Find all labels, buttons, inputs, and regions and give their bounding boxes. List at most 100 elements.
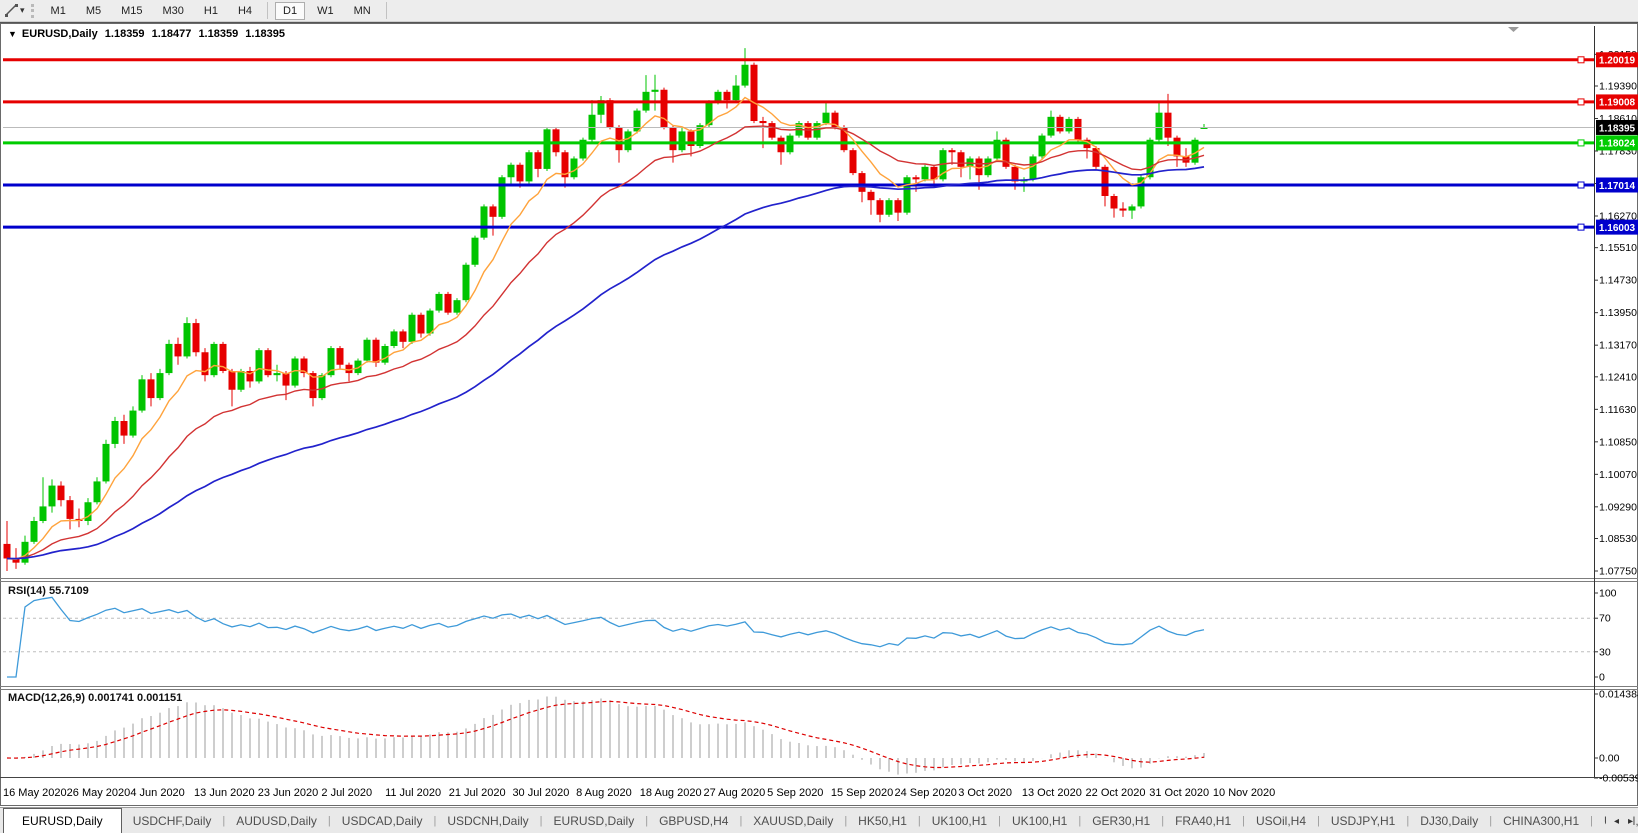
rsi-line: [7, 597, 1204, 677]
price-line-label: 1.18024: [1599, 139, 1636, 150]
date-label: 24 Sep 2020: [895, 787, 957, 799]
rsi-indicator-label: RSI(14) 55.7109: [8, 585, 89, 597]
date-label: 31 Oct 2020: [1149, 787, 1209, 799]
rsi-panel: 10070300: [3, 588, 1617, 684]
tab-uk100-h1[interactable]: UK100,H1: [1001, 808, 1078, 833]
timeframe-buttons: M1M5M15 M30H1H4 D1W1MN: [41, 2, 392, 20]
price-tick-label: 1.09290: [1599, 501, 1637, 513]
horizontal-lines: [3, 57, 1594, 230]
tab-scroll-right-icon[interactable]: ▸: [1628, 816, 1633, 827]
line-handle[interactable]: [1578, 140, 1584, 146]
price-tick-label: 1.12410: [1599, 371, 1637, 383]
price-tick-label: 1.11630: [1599, 404, 1636, 416]
date-label: 3 Oct 2020: [958, 787, 1012, 799]
chart-tab-bar: EURUSD,DailyUSDCHF,Daily|AUDUSD,Daily|US…: [0, 807, 1638, 833]
date-label: 16 May 2020: [3, 787, 67, 799]
macd-tick-label: 0.014384: [1599, 689, 1638, 701]
toolbar-separator: [267, 2, 268, 19]
line-handle[interactable]: [1578, 224, 1584, 230]
tab-eurusd-daily[interactable]: EURUSD,Daily: [3, 808, 122, 833]
date-label: 4 Jun 2020: [130, 787, 184, 799]
date-label: 30 Jul 2020: [512, 787, 569, 799]
timeframe-m15-button[interactable]: M15: [113, 2, 150, 20]
price-tick-label: 1.08530: [1599, 533, 1637, 545]
price-tick-label: 1.10850: [1599, 436, 1637, 448]
date-label: 8 Aug 2020: [576, 787, 632, 799]
price-tick-label: 1.07750: [1599, 566, 1637, 578]
price-line-label: 1.18395: [1599, 123, 1636, 134]
macd-indicator-label: MACD(12,26,9) 0.001741 0.001151: [8, 692, 182, 704]
tab-scroll-arrows: ◂ ▸: [1606, 808, 1633, 833]
tab-dj30-daily[interactable]: DJ30,Daily: [1409, 808, 1489, 833]
timeframe-h4-button[interactable]: H4: [230, 2, 260, 20]
ohlc-close: 1.18395: [245, 28, 285, 40]
rsi-tick-label: 30: [1599, 646, 1611, 658]
tab-usdcnh-daily[interactable]: USDCNH,Daily: [436, 808, 539, 833]
macd-panel: 0.014384 0.00 -0.005396: [7, 689, 1638, 785]
rsi-tick-label: 0: [1599, 672, 1605, 684]
rsi-tick-label: 70: [1599, 613, 1611, 625]
timeframe-m30-button[interactable]: M30: [155, 2, 192, 20]
price-tick-label: 1.10070: [1599, 469, 1637, 481]
macd-tick-label: -0.005396: [1599, 773, 1638, 785]
timeframe-d1-button[interactable]: D1: [275, 2, 305, 20]
price-tick-label: 1.13170: [1599, 340, 1637, 352]
date-label: 2 Jul 2020: [321, 787, 372, 799]
tab-xauusd-daily[interactable]: XAUUSD,Daily: [742, 808, 844, 833]
tab-china300-h1[interactable]: CHINA300,H1: [1492, 808, 1590, 833]
line-handle[interactable]: [1578, 182, 1584, 188]
tab-scroll-left-icon[interactable]: ◂: [1614, 816, 1619, 827]
tab-usdchf-daily[interactable]: USDCHF,Daily: [122, 808, 223, 833]
tab-eurusd-daily[interactable]: EURUSD,Daily: [543, 808, 646, 833]
tab-fra40-h1[interactable]: FRA40,H1: [1164, 808, 1242, 833]
toolbar: ▾ M1M5M15 M30H1H4 D1W1MN: [0, 0, 1638, 22]
collapse-arrow-icon[interactable]: ▼: [8, 29, 17, 39]
toolbar-grip[interactable]: [31, 4, 34, 18]
tab-ger30-h1[interactable]: GER30,H1: [1081, 808, 1161, 833]
line-handle[interactable]: [1578, 57, 1584, 63]
price-tick-label: 1.15510: [1599, 242, 1637, 254]
tab-audusd-daily[interactable]: AUDUSD,Daily: [225, 808, 328, 833]
chart-title: ▼EURUSD,Daily 1.18359 1.18477 1.18359 1.…: [8, 28, 289, 40]
macd-tick-label: 0.00: [1599, 753, 1620, 765]
tab-uk100-h1[interactable]: UK100,H1: [921, 808, 998, 833]
tab-usdcad-daily[interactable]: USDCAD,Daily: [331, 808, 434, 833]
candles: [4, 48, 1208, 571]
price-tick-label: 1.19390: [1599, 81, 1637, 93]
line-handle[interactable]: [1578, 99, 1584, 105]
date-axis: 16 May 202026 May 20204 Jun 202013 Jun 2…: [3, 787, 1275, 799]
price-line-label: 1.20019: [1599, 56, 1636, 67]
chart-frame: [0, 23, 1638, 806]
tool-dropdown-arrow[interactable]: ▾: [20, 5, 25, 16]
chart-canvas[interactable]: 1.201501.193901.186101.178301.170501.162…: [0, 0, 1638, 833]
date-label: 27 Aug 2020: [703, 787, 765, 799]
date-label: 22 Oct 2020: [1086, 787, 1146, 799]
tab-hk50-h1[interactable]: HK50,H1: [847, 808, 918, 833]
tab-usoil-h4[interactable]: USOil,H4: [1245, 808, 1317, 833]
timeframe-m5-button[interactable]: M5: [78, 2, 109, 20]
toolbar-separator: [386, 2, 387, 19]
date-label: 5 Sep 2020: [767, 787, 823, 799]
trend-cursor-icon[interactable]: [2, 3, 20, 19]
price-line-label: 1.16003: [1599, 223, 1636, 234]
date-label: 18 Aug 2020: [640, 787, 702, 799]
timeframe-m1-button[interactable]: M1: [43, 2, 74, 20]
date-label: 26 May 2020: [67, 787, 131, 799]
ohlc-high: 1.18477: [152, 28, 192, 40]
timeframe-mn-button[interactable]: MN: [346, 2, 379, 20]
chart-shift-marker: [1508, 27, 1519, 32]
timeframe-h1-button[interactable]: H1: [196, 2, 226, 20]
date-label: 11 Jul 2020: [385, 787, 441, 799]
ohlc-low: 1.18359: [198, 28, 238, 40]
price-tick-label: 1.14730: [1599, 275, 1637, 287]
mt4-window: ▾ M1M5M15M30H1H4D1W1MN ▼EURUSD,Daily 1.1…: [0, 0, 1638, 833]
tab-usdjpy-h1[interactable]: USDJPY,H1: [1320, 808, 1406, 833]
tab-gbpusd-h4[interactable]: GBPUSD,H4: [648, 808, 739, 833]
ohlc-open: 1.18359: [105, 28, 145, 40]
date-label: 15 Sep 2020: [831, 787, 893, 799]
date-label: 21 Jul 2020: [449, 787, 506, 799]
date-label: 13 Oct 2020: [1022, 787, 1082, 799]
date-label: 23 Jun 2020: [258, 787, 319, 799]
timeframe-w1-button[interactable]: W1: [309, 2, 342, 20]
price-line-label: 1.17014: [1599, 181, 1636, 192]
